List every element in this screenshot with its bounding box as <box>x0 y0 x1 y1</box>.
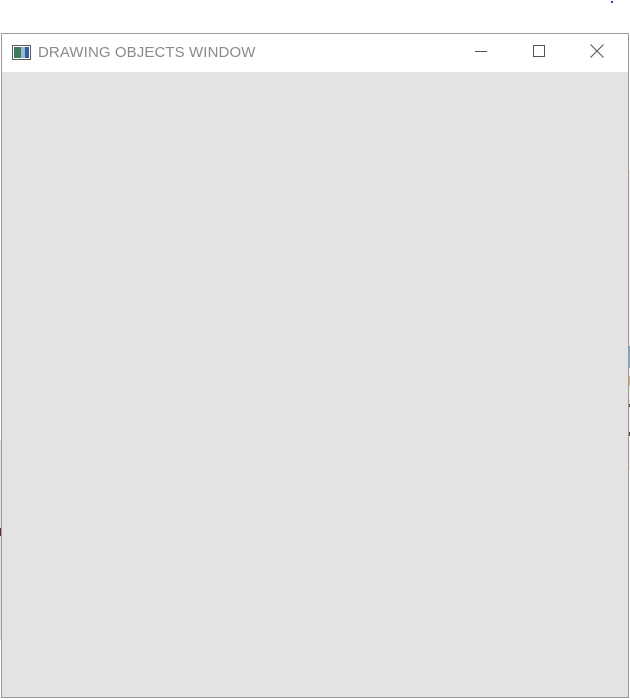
close-icon <box>590 43 604 63</box>
minimize-icon <box>475 44 487 62</box>
drawing-objects-window: DRAWING OBJECTS WINDOW <box>1 33 629 698</box>
app-window-icon[interactable] <box>12 45 31 60</box>
desktop: DRAWING OBJECTS WINDOW <box>0 0 630 699</box>
drawing-canvas[interactable] <box>2 72 628 697</box>
close-button[interactable] <box>568 34 626 72</box>
maximize-button[interactable] <box>510 34 568 72</box>
background-artifact <box>611 1 613 3</box>
maximize-icon <box>533 44 545 62</box>
window-title: DRAWING OBJECTS WINDOW <box>38 44 256 61</box>
title-bar[interactable]: DRAWING OBJECTS WINDOW <box>2 34 628 72</box>
minimize-button[interactable] <box>452 34 510 72</box>
